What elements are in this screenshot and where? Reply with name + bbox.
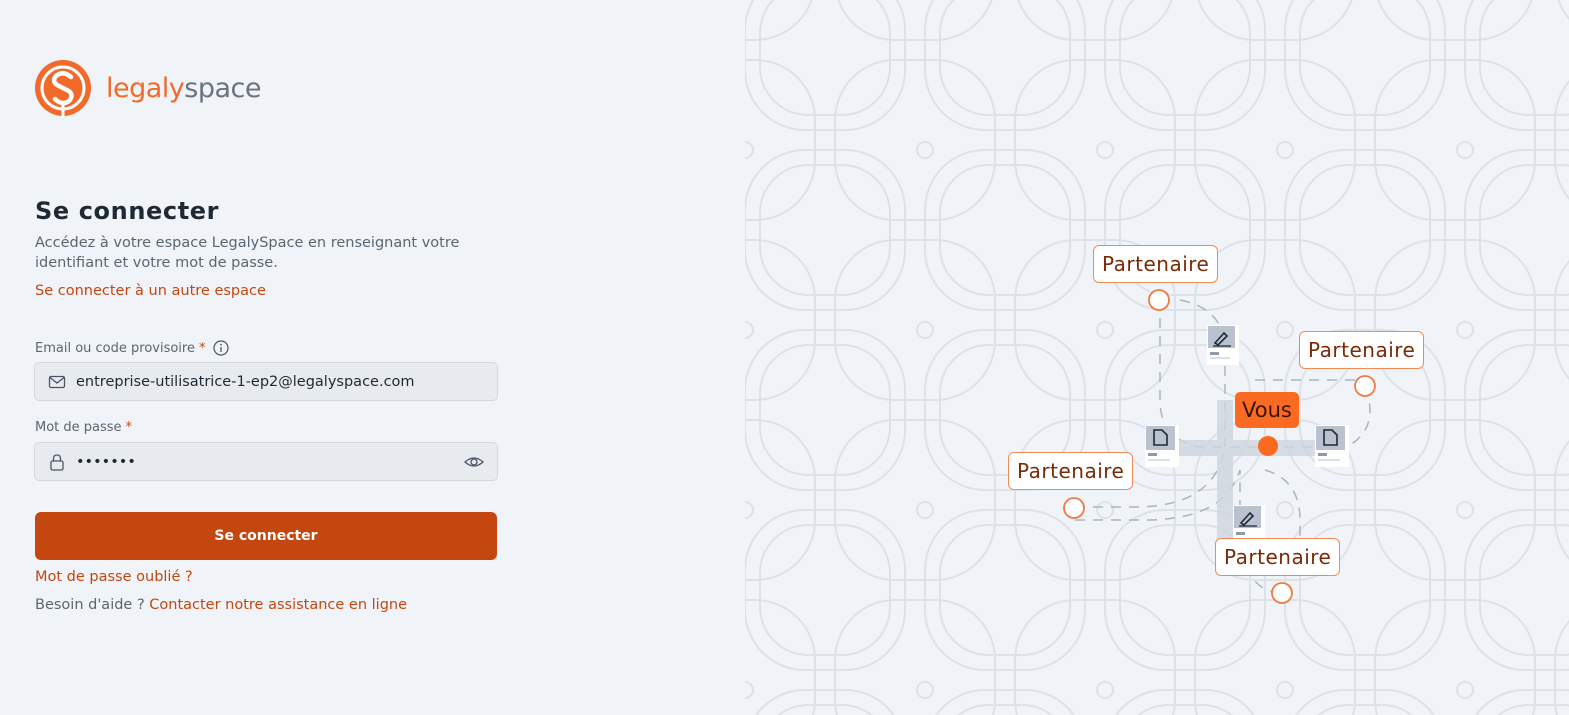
signature-card <box>1207 325 1239 365</box>
brand-name-part1: legaly <box>106 72 185 104</box>
forgot-password-link[interactable]: Mot de passe oublié ? <box>35 569 193 585</box>
signature-icon <box>1208 326 1235 359</box>
partner-label: Partenaire <box>1008 452 1134 490</box>
support-link[interactable]: Contacter notre assistance en ligne <box>149 597 407 613</box>
file-icon <box>1316 426 1345 461</box>
password-value[interactable]: ••••••• <box>76 454 463 470</box>
required-mark: * <box>125 420 133 435</box>
file-icon <box>1146 426 1175 461</box>
required-mark: * <box>198 340 206 356</box>
password-field[interactable]: ••••••• <box>34 442 498 481</box>
partner-label: Partenaire <box>1299 331 1425 369</box>
page-description: Accédez à votre espace LegalySpace en re… <box>35 235 460 271</box>
legalyspace-logo-icon <box>35 60 91 116</box>
document-card <box>1145 425 1179 467</box>
background-pattern <box>745 0 1569 715</box>
brand-logo: legalyspace <box>34 59 261 117</box>
page-title: Se connecter <box>35 197 220 225</box>
email-label: Email ou code provisoire * <box>35 340 230 356</box>
email-value[interactable]: entreprise-utilisatrice-1-ep2@legalyspac… <box>76 374 497 390</box>
submit-button[interactable]: Se connecter <box>35 512 497 560</box>
login-panel: legalyspace Se connecter Accédez à votre… <box>0 0 540 715</box>
email-label-text: Email ou code provisoire <box>35 340 195 356</box>
brand-name-part2: space <box>184 72 261 104</box>
partner-label: Partenaire <box>1215 538 1341 576</box>
password-label-text: Mot de passe <box>35 420 122 435</box>
mail-icon <box>48 375 66 388</box>
brand-name: legalyspace <box>106 73 261 104</box>
partner-label: Partenaire <box>1093 245 1219 283</box>
document-card <box>1315 425 1349 467</box>
password-label: Mot de passe * <box>35 420 132 435</box>
lock-icon <box>50 453 64 471</box>
info-icon[interactable] <box>213 340 230 356</box>
help-text: Besoin d'aide ? <box>35 597 145 613</box>
illustration-panel: Partenaire Partenaire Partenaire Partena… <box>745 0 1569 715</box>
eye-icon[interactable] <box>463 451 485 473</box>
email-field[interactable]: entreprise-utilisatrice-1-ep2@legalyspac… <box>34 362 498 401</box>
you-label: Vous <box>1235 392 1299 428</box>
other-space-link[interactable]: Se connecter à un autre espace <box>35 283 266 299</box>
help-line: Besoin d'aide ? Contacter notre assistan… <box>35 597 407 613</box>
